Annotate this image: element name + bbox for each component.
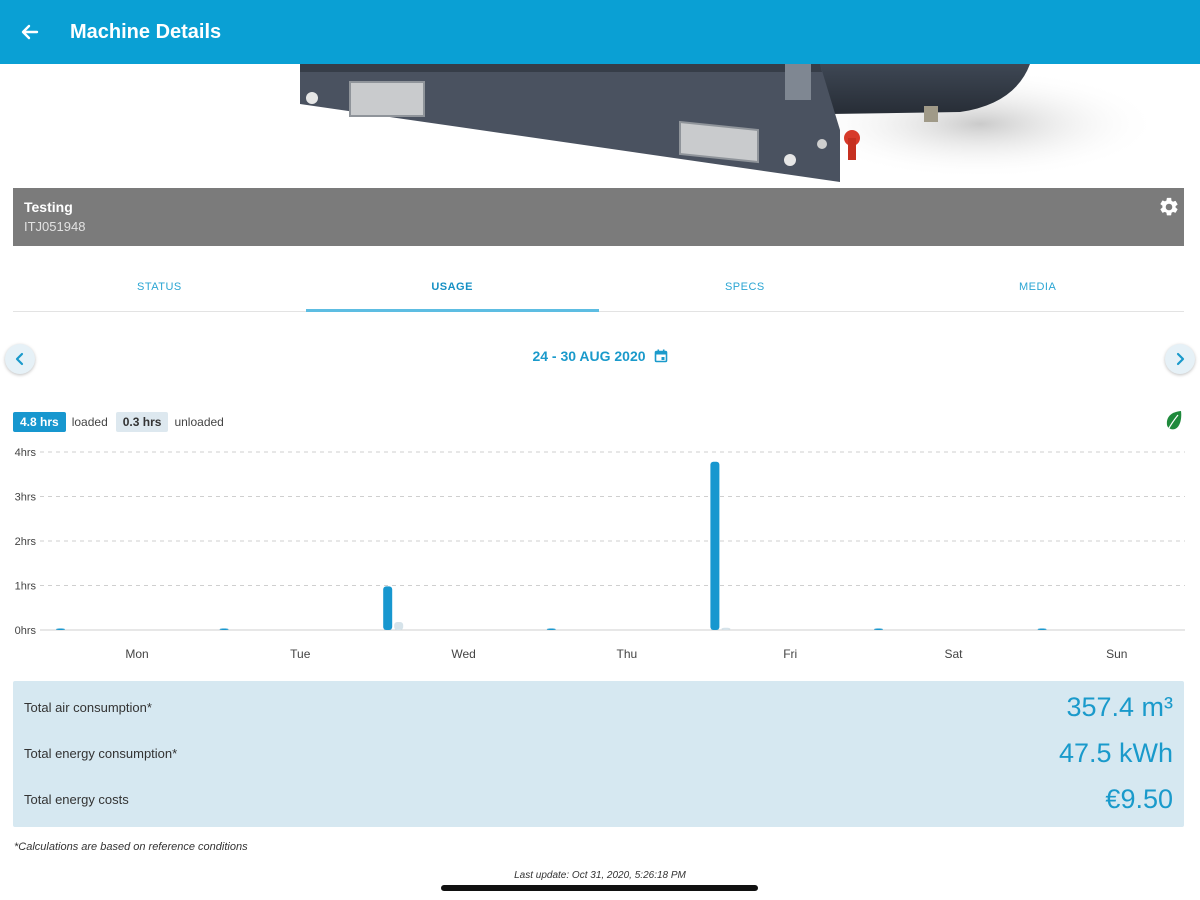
unloaded-hours-badge: 0.3 hrs	[115, 412, 169, 432]
last-update-text: Last update: Oct 31, 2020, 5:26:18 PM	[514, 870, 686, 881]
app-bar: Machine Details	[0, 0, 1200, 64]
y-tick-label: 2hrs	[15, 536, 37, 548]
y-tick-label: 4hrs	[15, 447, 37, 459]
energy-cost-label: Total energy costs	[24, 791, 129, 807]
arrow-left-icon	[21, 24, 39, 40]
date-range-selector[interactable]: 24 - 30 AUG 2020	[400, 348, 800, 364]
summary-row-energy: Total energy consumption* 47.5 kWh	[13, 730, 1184, 776]
previous-week-button[interactable]	[5, 344, 35, 374]
calculation-footnote: *Calculations are based on reference con…	[14, 841, 248, 853]
date-range-label: 24 - 30 AUG 2020	[532, 348, 646, 364]
machine-info-bar: Testing ITJ051948	[13, 188, 1184, 246]
machine-image	[0, 64, 1200, 189]
unloaded-label: unloaded	[174, 415, 224, 429]
y-tick-label: 1hrs	[15, 581, 37, 593]
x-tick-label: Sun	[1106, 647, 1127, 661]
energy-consumption-label: Total energy consumption*	[24, 745, 178, 761]
next-week-button[interactable]	[1165, 344, 1195, 374]
summary-row-cost: Total energy costs €9.50	[13, 776, 1184, 822]
tab-status[interactable]: STATUS	[13, 262, 306, 311]
gear-icon	[1160, 197, 1178, 216]
usage-legend: 4.8 hrs loaded 0.3 hrs unloaded	[13, 412, 224, 432]
loaded-bar[interactable]	[56, 628, 65, 631]
energy-consumption-value: 47.5 kWh	[1058, 737, 1173, 768]
settings-button[interactable]	[1158, 196, 1180, 218]
x-tick-label: Fri	[783, 647, 797, 661]
tab-media[interactable]: MEDIA	[891, 262, 1184, 311]
chevron-right-icon	[1176, 352, 1185, 366]
x-tick-label: Wed	[451, 647, 475, 661]
x-tick-label: Tue	[290, 647, 311, 661]
tab-usage[interactable]: USAGE	[305, 262, 599, 312]
back-button[interactable]	[0, 0, 60, 64]
loaded-bar[interactable]	[1037, 628, 1047, 631]
unloaded-bar[interactable]	[394, 621, 404, 630]
chevron-left-icon	[15, 352, 24, 366]
y-tick-label: 0hrs	[15, 625, 37, 637]
energy-cost-value: €9.50	[1105, 783, 1173, 814]
machine-id: ITJ051948	[24, 219, 86, 234]
tab-bar: STATUS USAGE SPECS MEDIA	[13, 262, 1184, 312]
loaded-hours-badge: 4.8 hrs	[13, 412, 66, 432]
loaded-label: loaded	[71, 415, 108, 429]
machine-name: Testing	[24, 199, 73, 215]
loaded-bar[interactable]	[383, 586, 393, 630]
x-tick-label: Sat	[944, 647, 963, 661]
usage-chart: 0hrs 1hrs 2hrs 3hrs 4hrs Mon Tue Wed Thu Fri Sat Su…	[15, 447, 1185, 661]
y-tick-label: 3hrs	[15, 492, 37, 504]
air-consumption-value: 357.4 m³	[1066, 691, 1173, 722]
loaded-bar[interactable]	[710, 461, 720, 630]
loaded-bar[interactable]	[219, 628, 229, 631]
summary-row-air: Total air consumption* 357.4 m³	[13, 684, 1184, 730]
loaded-bar[interactable]	[874, 628, 883, 631]
loaded-bar[interactable]	[546, 628, 556, 631]
tab-specs[interactable]: SPECS	[599, 262, 892, 311]
unloaded-bar[interactable]	[721, 627, 731, 630]
leaf-icon[interactable]	[1164, 410, 1184, 432]
x-tick-label: Mon	[125, 647, 148, 661]
calendar-icon	[654, 349, 667, 363]
x-tick-label: Thu	[617, 647, 638, 661]
home-indicator	[441, 885, 758, 891]
air-consumption-label: Total air consumption*	[24, 699, 152, 715]
consumption-summary: Total air consumption* 357.4 m³ Total en…	[13, 681, 1184, 827]
page-title: Machine Details	[70, 20, 222, 43]
